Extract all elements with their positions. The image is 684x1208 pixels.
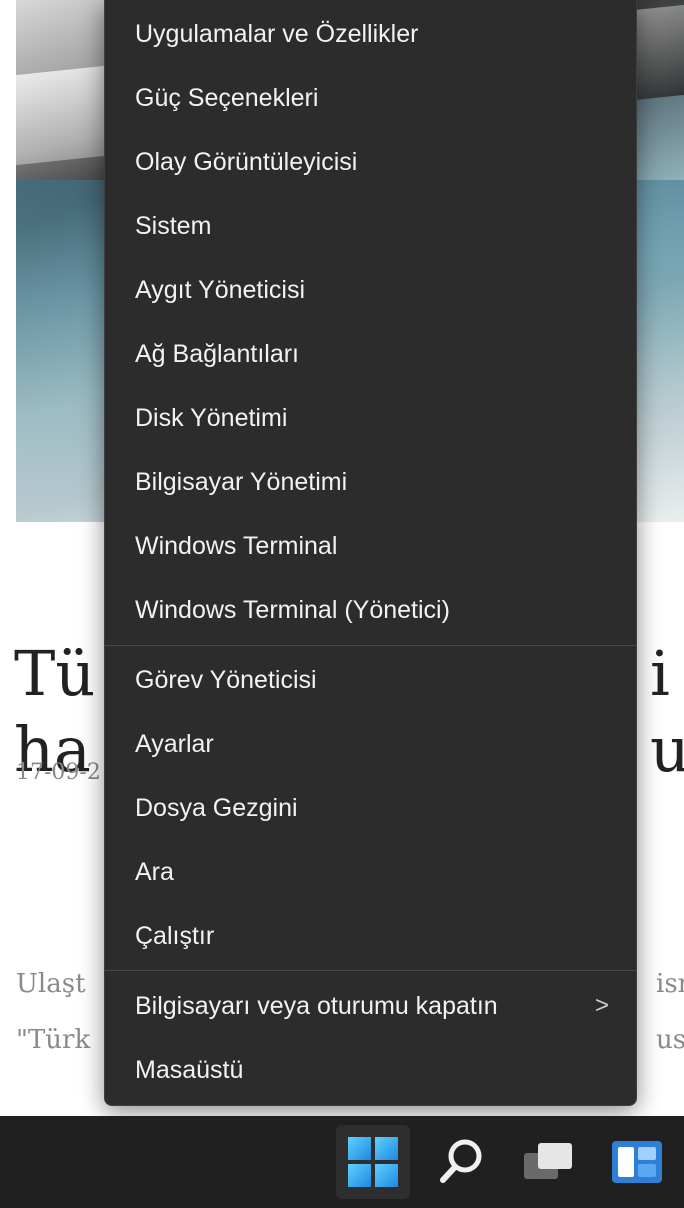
menu-item-search[interactable]: Ara	[135, 849, 615, 895]
article-title-line1-right: i	[650, 637, 670, 710]
task-view-icon	[524, 1143, 572, 1179]
menu-item-windows-terminal[interactable]: Windows Terminal	[135, 523, 615, 569]
menu-item-file-explorer[interactable]: Dosya Gezgini	[135, 785, 615, 831]
task-view-button[interactable]	[512, 1125, 586, 1199]
article-title-line1-left: Tü	[14, 637, 96, 710]
menu-item-label: Ara	[135, 857, 174, 886]
search-icon	[440, 1139, 482, 1183]
article-body-line1-right: ism	[656, 969, 684, 999]
menu-item-label: Ayarlar	[135, 729, 214, 758]
menu-item-label: Bilgisayarı veya oturumu kapatın	[135, 991, 498, 1020]
article-body-line2-left: "Türk	[16, 1025, 91, 1055]
menu-item-label: Görev Yöneticisi	[135, 665, 317, 694]
menu-item-apps-features[interactable]: Uygulamalar ve Özellikler	[135, 11, 615, 57]
menu-item-network-connections[interactable]: Ağ Bağlantıları	[135, 331, 615, 377]
menu-item-label: Güç Seçenekleri	[135, 83, 319, 112]
menu-item-label: Aygıt Yöneticisi	[135, 275, 306, 304]
menu-item-windows-terminal-admin[interactable]: Windows Terminal (Yönetici)	[135, 587, 615, 633]
menu-separator	[105, 645, 636, 646]
menu-item-power-options[interactable]: Güç Seçenekleri	[135, 75, 615, 121]
search-button[interactable]	[424, 1125, 498, 1199]
start-button[interactable]	[336, 1125, 410, 1199]
article-body-line2-right: usu	[656, 1025, 684, 1055]
article-date: 17-09-2	[16, 760, 101, 785]
menu-item-computer-management[interactable]: Bilgisayar Yönetimi	[135, 459, 615, 505]
menu-item-event-viewer[interactable]: Olay Görüntüleyicisi	[135, 139, 615, 185]
menu-item-settings[interactable]: Ayarlar	[135, 721, 615, 767]
menu-item-label: Dosya Gezgini	[135, 793, 298, 822]
taskbar	[0, 1116, 684, 1208]
menu-item-system[interactable]: Sistem	[135, 203, 615, 249]
menu-item-label: Disk Yönetimi	[135, 403, 288, 432]
menu-item-label: Windows Terminal	[135, 531, 338, 560]
menu-item-label: Sistem	[135, 211, 212, 240]
winx-context-menu: Uygulamalar ve Özellikler Güç Seçenekler…	[104, 0, 637, 1106]
menu-item-label: Windows Terminal (Yönetici)	[135, 595, 450, 624]
menu-item-shutdown-signout[interactable]: Bilgisayarı veya oturumu kapatın >	[135, 983, 615, 1029]
menu-item-label: Uygulamalar ve Özellikler	[135, 19, 419, 48]
menu-item-device-manager[interactable]: Aygıt Yöneticisi	[135, 267, 615, 313]
menu-item-label: Bilgisayar Yönetimi	[135, 467, 348, 496]
widgets-button[interactable]	[600, 1125, 674, 1199]
menu-item-task-manager[interactable]: Görev Yöneticisi	[135, 657, 615, 703]
menu-separator	[105, 970, 636, 971]
menu-item-disk-management[interactable]: Disk Yönetimi	[135, 395, 615, 441]
chevron-right-icon: >	[594, 992, 609, 1019]
menu-item-label: Masaüstü	[135, 1055, 244, 1084]
article-body-line1-left: Ulaşt	[16, 969, 86, 999]
windows-start-icon	[348, 1137, 398, 1187]
menu-item-label: Ağ Bağlantıları	[135, 339, 299, 368]
article-title-line2-right: u	[650, 713, 684, 786]
menu-item-label: Olay Görüntüleyicisi	[135, 147, 358, 176]
menu-item-run[interactable]: Çalıştır	[135, 913, 615, 959]
widgets-icon	[612, 1141, 662, 1183]
menu-item-label: Çalıştır	[135, 921, 215, 950]
menu-item-desktop[interactable]: Masaüstü	[135, 1047, 615, 1093]
